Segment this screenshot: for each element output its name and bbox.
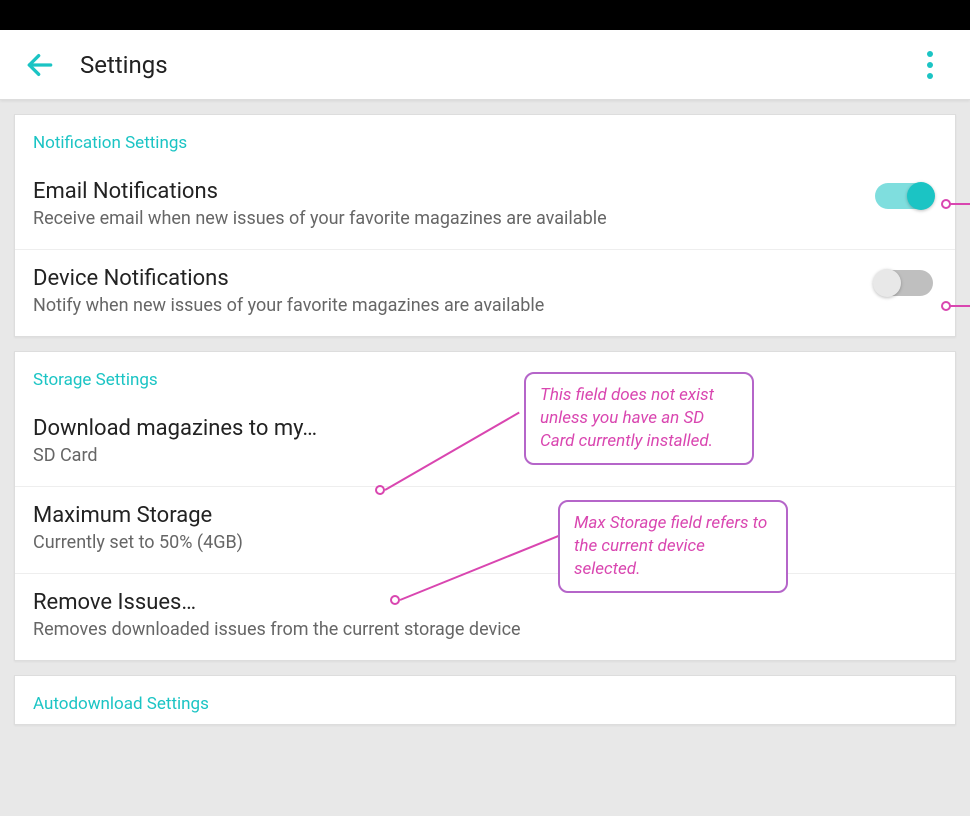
annotation-callout-maxstorage: Max Storage field refers to the current … bbox=[558, 500, 788, 593]
notification-settings-card: Notification Settings Email Notification… bbox=[14, 114, 956, 337]
max-storage-subtitle: Currently set to 50% (4GB) bbox=[33, 532, 937, 553]
back-arrow-icon[interactable] bbox=[20, 45, 60, 85]
email-notifications-row[interactable]: Email Notifications Receive email when n… bbox=[15, 163, 955, 250]
remove-issues-row[interactable]: Remove Issues… Removes downloaded issues… bbox=[15, 574, 955, 660]
email-notifications-title: Email Notifications bbox=[33, 179, 875, 204]
annotation-anchor-icon bbox=[375, 485, 385, 495]
device-notifications-subtitle: Notify when new issues of your favorite … bbox=[33, 295, 875, 316]
storage-settings-card: Storage Settings Download magazines to m… bbox=[14, 351, 956, 661]
remove-issues-subtitle: Removes downloaded issues from the curre… bbox=[33, 619, 937, 640]
device-notifications-title: Device Notifications bbox=[33, 266, 875, 291]
device-notifications-row[interactable]: Device Notifications Notify when new iss… bbox=[15, 250, 955, 336]
app-bar: Settings bbox=[0, 30, 970, 100]
download-location-title: Download magazines to my… bbox=[33, 416, 937, 441]
autodownload-settings-header: Autodownload Settings bbox=[15, 676, 955, 724]
max-storage-row[interactable]: Maximum Storage Currently set to 50% (4G… bbox=[15, 487, 955, 574]
email-notifications-toggle[interactable] bbox=[875, 183, 933, 209]
annotation-callout-sdcard: This field does not exist unless you hav… bbox=[524, 372, 754, 465]
annotation-line bbox=[950, 305, 970, 307]
annotation-anchor-icon bbox=[941, 199, 951, 209]
overflow-menu-icon[interactable] bbox=[915, 45, 945, 85]
download-location-row[interactable]: Download magazines to my… SD Card bbox=[15, 400, 955, 487]
page-title: Settings bbox=[80, 51, 168, 79]
settings-content: Notification Settings Email Notification… bbox=[0, 100, 970, 739]
status-bar bbox=[0, 0, 970, 30]
notification-settings-header: Notification Settings bbox=[15, 115, 955, 163]
autodownload-settings-card: Autodownload Settings bbox=[14, 675, 956, 725]
annotation-anchor-icon bbox=[390, 595, 400, 605]
annotation-line bbox=[950, 203, 970, 205]
storage-settings-header: Storage Settings bbox=[15, 352, 955, 400]
download-location-subtitle: SD Card bbox=[33, 445, 937, 466]
remove-issues-title: Remove Issues… bbox=[33, 590, 937, 615]
device-notifications-toggle[interactable] bbox=[875, 270, 933, 296]
email-notifications-subtitle: Receive email when new issues of your fa… bbox=[33, 208, 875, 229]
annotation-anchor-icon bbox=[941, 301, 951, 311]
max-storage-title: Maximum Storage bbox=[33, 503, 937, 528]
